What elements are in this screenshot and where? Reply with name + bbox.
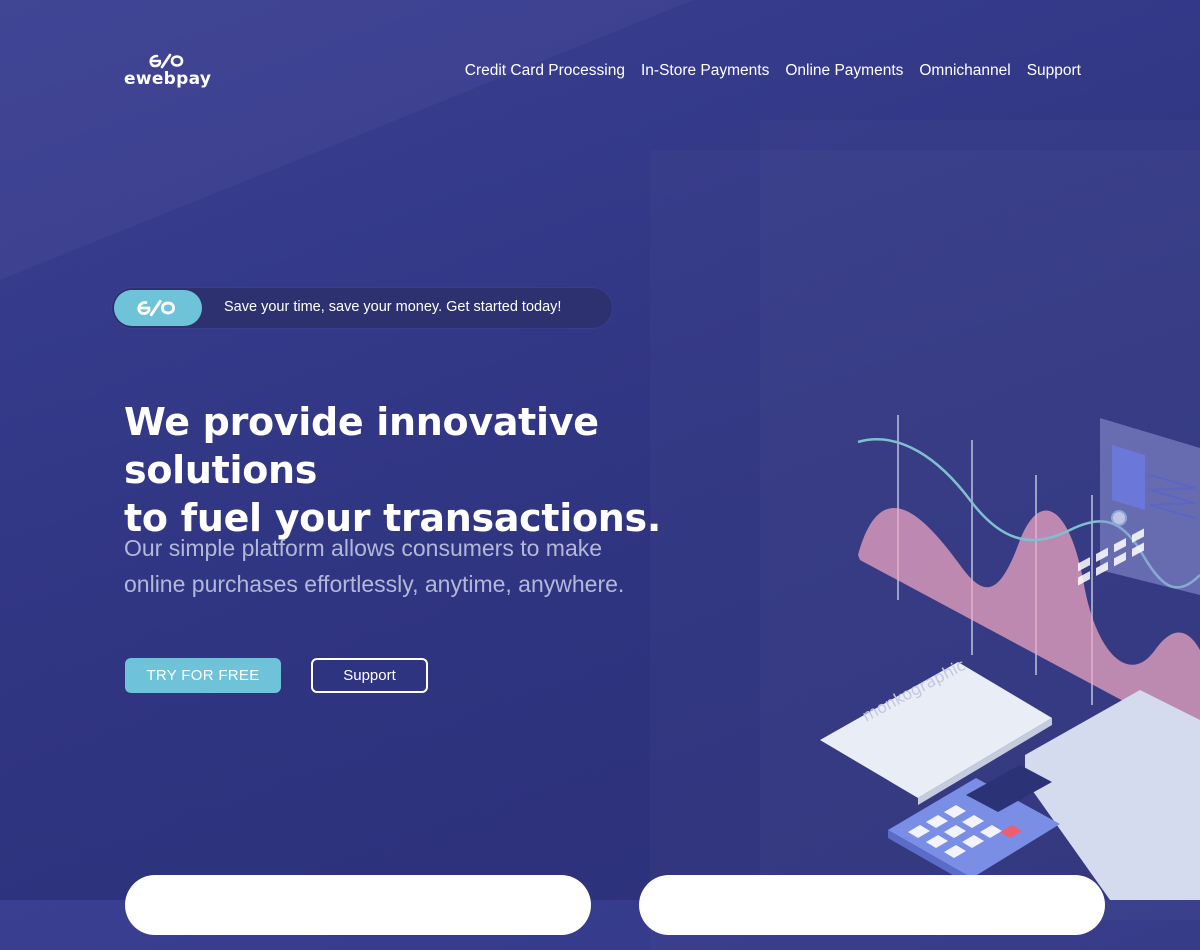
logo-wordmark: ewebpay [124, 69, 212, 89]
hero-subheadline: Our simple platform allows consumers to … [124, 530, 704, 602]
nav-item-online-payments[interactable]: Online Payments [785, 62, 903, 80]
try-for-free-button[interactable]: TRY FOR FREE [125, 658, 281, 693]
support-button[interactable]: Support [311, 658, 428, 693]
hero-headline-line: We provide innovative solutions [124, 400, 599, 492]
hero-subheadline-line: Our simple platform allows consumers to … [124, 535, 603, 561]
main-nav: Credit Card Processing In-Store Payments… [465, 62, 1081, 80]
feature-card [125, 875, 591, 935]
hero-subheadline-line: online purchases effortlessly, anytime, … [124, 571, 625, 597]
promo-banner: Save your time, save your money. Get sta… [112, 288, 612, 328]
background-stripe [0, 0, 1200, 282]
banner-badge [114, 290, 202, 326]
ewebpay-logo-icon [137, 299, 176, 317]
feature-card [639, 875, 1105, 935]
ewebpay-logo-icon [149, 53, 184, 69]
finance-illustration: monkographic [820, 415, 1200, 900]
nav-item-in-store-payments[interactable]: In-Store Payments [641, 62, 769, 80]
hero-headline: We provide innovative solutions to fuel … [124, 398, 764, 542]
nav-item-omnichannel[interactable]: Omnichannel [919, 62, 1010, 80]
site-logo[interactable]: ewebpay [124, 52, 214, 92]
banner-text: Save your time, save your money. Get sta… [224, 299, 562, 315]
nav-item-credit-card-processing[interactable]: Credit Card Processing [465, 62, 625, 80]
nav-item-support[interactable]: Support [1027, 62, 1081, 80]
